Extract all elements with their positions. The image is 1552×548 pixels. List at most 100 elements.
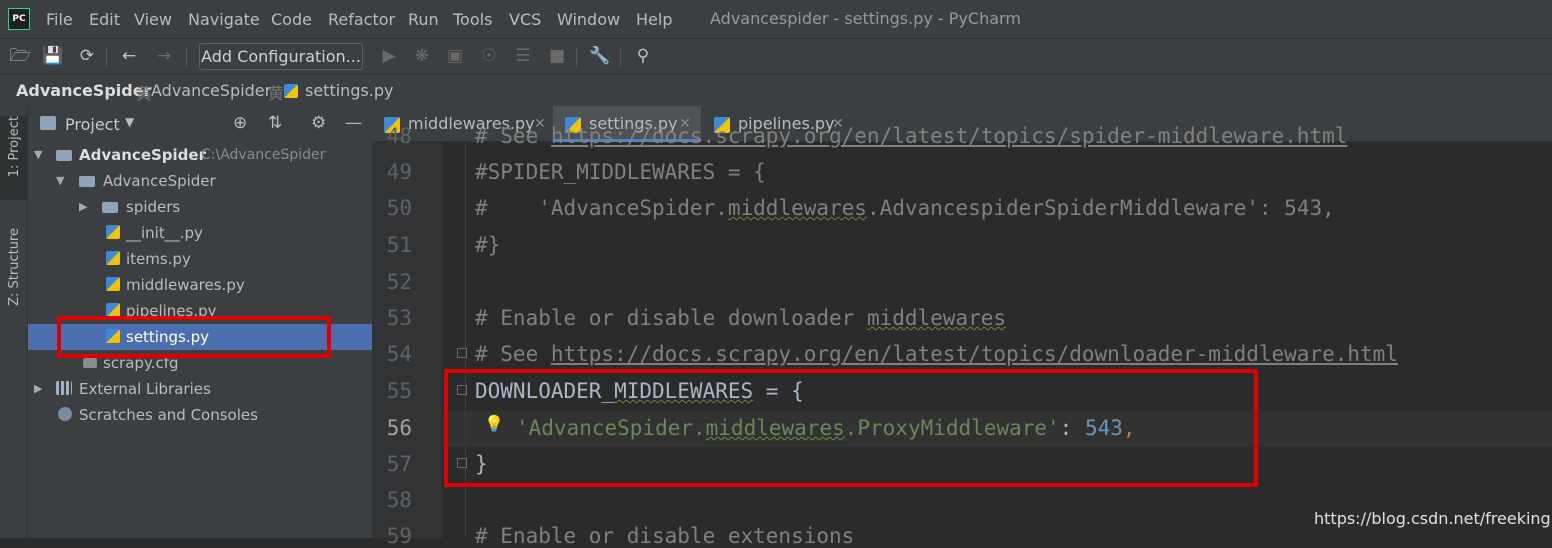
folder-icon	[79, 176, 95, 187]
line-number: 50	[386, 196, 412, 220]
code-line-54: # See https://docs.scrapy.org/en/latest/…	[475, 342, 1398, 366]
breadcrumb-file[interactable]: settings.py	[305, 81, 394, 100]
project-view-icon	[40, 116, 56, 130]
profile-icon[interactable]: ☉	[478, 45, 500, 67]
collapse-all-icon[interactable]: ⇅	[268, 113, 282, 133]
annotation-highlight-middlewares	[444, 369, 1258, 487]
tree-item-label: External Libraries	[79, 380, 211, 398]
back-icon[interactable]: ←	[118, 45, 140, 67]
config-file-icon	[83, 358, 97, 368]
chevron-right-icon: ⻩	[136, 84, 153, 103]
project-panel-header: Project ▼ ⊕ ⇅ ⚙ —	[28, 106, 372, 142]
tree-item-label: items.py	[126, 250, 191, 268]
chevron-down-icon[interactable]: ▼	[56, 168, 64, 194]
library-icon	[56, 381, 72, 395]
code-line-51: #}	[475, 233, 501, 257]
breadcrumb: AdvanceSpider ⻩ AdvanceSpider ⻩ settings…	[0, 74, 1552, 106]
python-file-icon	[284, 84, 298, 98]
project-view-selector[interactable]: Project	[65, 115, 120, 134]
tree-item-spiders[interactable]: ▶ spiders	[28, 194, 372, 220]
debug-icon[interactable]: ❋	[411, 45, 433, 67]
menu-code[interactable]: Code	[271, 10, 312, 29]
sync-icon[interactable]: ⟳	[76, 45, 98, 67]
chevron-right-icon: ⻩	[268, 84, 285, 103]
code-line-59: # Enable or disable extensions	[475, 524, 855, 548]
pycharm-logo-icon: PC	[8, 8, 30, 30]
tree-item-scratches[interactable]: Scratches and Consoles	[28, 402, 372, 428]
tree-item-external-libraries[interactable]: ▶ External Libraries	[28, 376, 372, 402]
save-icon[interactable]: 💾	[42, 45, 64, 67]
tree-item-items[interactable]: items.py	[28, 246, 372, 272]
line-number: 52	[386, 270, 412, 294]
hide-panel-icon[interactable]: —	[345, 113, 362, 133]
stop-icon[interactable]: ■	[546, 45, 568, 67]
line-number: 57	[386, 452, 412, 476]
line-number: 54	[386, 342, 412, 366]
menu-refactor[interactable]: Refactor	[328, 10, 395, 29]
menu-file[interactable]: File	[46, 10, 73, 29]
menu-run[interactable]: Run	[408, 10, 439, 29]
tree-item-label: AdvanceSpider	[103, 172, 216, 190]
breadcrumb-project[interactable]: AdvanceSpider	[16, 81, 151, 100]
code-line-50: # 'AdvanceSpider.middlewares.Advancespid…	[475, 196, 1335, 220]
tree-item-package[interactable]: ▼ AdvanceSpider	[28, 168, 372, 194]
tree-item-label: Scratches and Consoles	[79, 406, 258, 424]
folder-icon	[56, 150, 72, 161]
forward-icon[interactable]: →	[153, 45, 175, 67]
line-number: 59	[386, 524, 412, 548]
tool-window-stripe: 1: Project Z: Structure	[0, 106, 28, 538]
scratches-icon	[58, 407, 72, 421]
python-file-icon	[106, 303, 120, 317]
structure-tool-tab-label: Z: Structure	[6, 228, 22, 306]
line-number: 53	[386, 306, 412, 330]
line-number: 49	[386, 160, 412, 184]
code-line-53: # Enable or disable downloader middlewar…	[475, 306, 1007, 330]
menu-bar: PC File Edit View Navigate Code Refactor…	[0, 0, 1552, 38]
line-number: 48	[386, 124, 412, 148]
menu-navigate[interactable]: Navigate	[188, 10, 260, 29]
gear-icon[interactable]: ⚙	[311, 113, 326, 133]
code-line-49: #SPIDER_MIDDLEWARES = {	[475, 160, 766, 184]
project-tool-tab-label: 1: Project	[6, 116, 22, 178]
chevron-down-icon[interactable]: ▼	[34, 142, 42, 168]
menu-window[interactable]: Window	[557, 10, 620, 29]
run-icon[interactable]: ▶	[378, 45, 400, 67]
concurrency-icon[interactable]: ☰	[512, 45, 534, 67]
line-number: 55	[386, 379, 412, 403]
search-icon[interactable]: ⚲	[632, 45, 654, 67]
python-file-icon	[106, 225, 120, 239]
menu-tools[interactable]: Tools	[453, 10, 492, 29]
python-file-icon	[106, 277, 120, 291]
tree-item-init[interactable]: __init__.py	[28, 220, 372, 246]
settings-wrench-icon[interactable]: 🔧	[589, 45, 611, 67]
toolbar-separator	[186, 47, 187, 67]
chevron-right-icon[interactable]: ▶	[34, 376, 42, 402]
tree-item-path: C:\AdvanceSpider	[201, 147, 326, 163]
folder-icon	[102, 202, 118, 213]
toolbar-separator	[576, 47, 577, 67]
project-tool-tab[interactable]: 1: Project	[0, 116, 28, 200]
open-folder-icon[interactable]: 🗁	[9, 45, 31, 67]
line-number: 51	[386, 233, 412, 257]
locate-file-icon[interactable]: ⊕	[233, 113, 247, 133]
chevron-down-icon[interactable]: ▼	[125, 115, 134, 129]
tree-item-label: __init__.py	[126, 224, 203, 242]
coverage-icon[interactable]: ▣	[444, 45, 466, 67]
add-configuration-button[interactable]: Add Configuration...	[199, 43, 363, 70]
annotation-highlight-settings	[57, 316, 331, 358]
tree-item-middlewares[interactable]: middlewares.py	[28, 272, 372, 298]
toolbar-separator	[620, 47, 621, 67]
tree-item-root-project[interactable]: ▼ AdvanceSpider C:\AdvanceSpider	[28, 142, 372, 168]
code-line-48: # See https://docs.scrapy.org/en/latest/…	[475, 124, 1348, 148]
python-file-icon	[106, 251, 120, 265]
line-number-current: 56	[386, 416, 412, 440]
menu-edit[interactable]: Edit	[89, 10, 120, 29]
toolbar-separator	[106, 47, 107, 67]
fold-marker-icon[interactable]	[457, 348, 467, 358]
structure-tool-tab[interactable]: Z: Structure	[0, 228, 28, 328]
menu-view[interactable]: View	[134, 10, 172, 29]
menu-help[interactable]: Help	[636, 10, 672, 29]
breadcrumb-package[interactable]: AdvanceSpider	[151, 81, 271, 100]
menu-vcs[interactable]: VCS	[509, 10, 541, 29]
chevron-right-icon[interactable]: ▶	[79, 194, 87, 220]
